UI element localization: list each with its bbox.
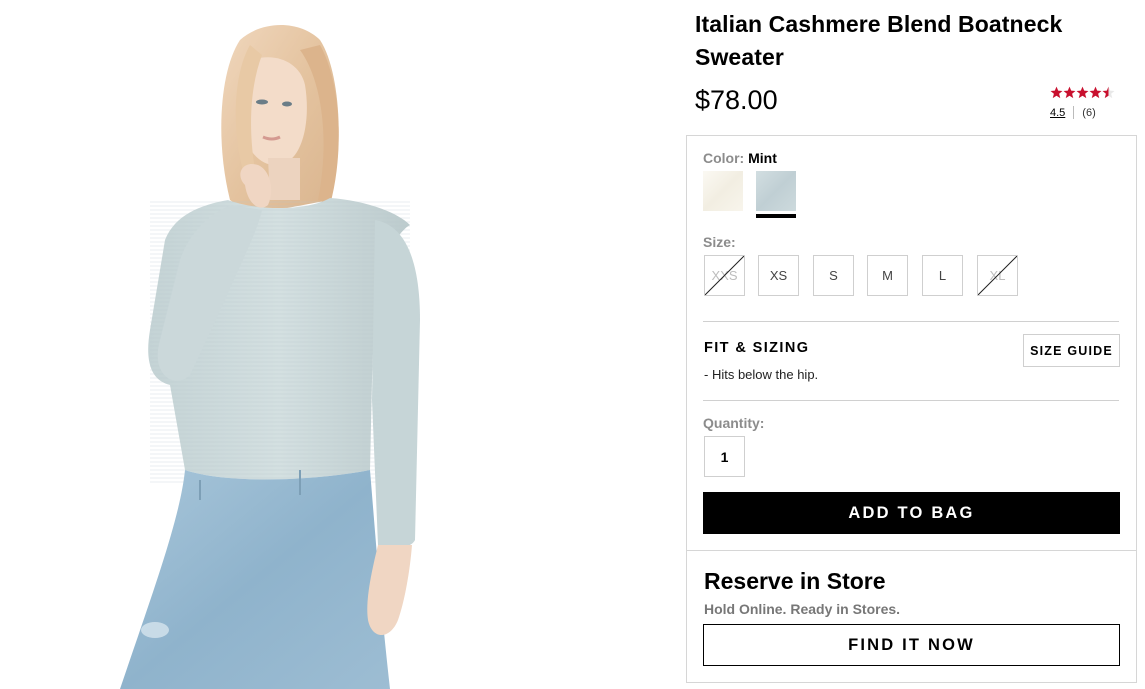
product-title: Italian Cashmere Blend Boatneck Sweater xyxy=(695,11,1063,70)
quantity-input[interactable]: 1 xyxy=(704,436,745,477)
find-it-now-button[interactable]: FIND IT NOW xyxy=(703,624,1120,666)
unavailable-slash-icon xyxy=(705,256,744,295)
product-image[interactable] xyxy=(0,0,660,689)
rating-summary[interactable]: 4.5 (6) xyxy=(1050,86,1130,119)
star-icon xyxy=(1089,86,1102,99)
product-price: $78.00 xyxy=(695,85,778,115)
swatch-selected-indicator xyxy=(756,214,796,218)
fit-sizing-title: FIT & SIZING xyxy=(704,340,810,356)
color-label-text: Color: xyxy=(703,150,745,166)
add-to-bag-button[interactable]: ADD TO BAG xyxy=(703,492,1120,534)
star-icon xyxy=(1050,86,1063,99)
rating-value[interactable]: 4.5 xyxy=(1050,107,1065,119)
size-l-label: L xyxy=(938,268,947,283)
star-rating xyxy=(1050,86,1130,100)
fit-note: - Hits below the hip. xyxy=(704,367,819,382)
size-m-label: M xyxy=(882,268,893,283)
size-s-label: S xyxy=(829,268,838,283)
swatch-mint[interactable] xyxy=(756,171,796,211)
review-count[interactable]: (6) xyxy=(1082,107,1095,119)
section-divider xyxy=(703,321,1119,322)
star-icon xyxy=(1063,86,1076,99)
size-l-button[interactable]: L xyxy=(922,255,963,296)
rating-divider xyxy=(1073,106,1075,119)
size-guide-button[interactable]: SIZE GUIDE xyxy=(1023,334,1120,367)
reserve-subtitle: Hold Online. Ready in Stores. xyxy=(704,601,901,617)
reserve-title: Reserve in Store xyxy=(704,568,886,594)
star-half-icon xyxy=(1102,86,1115,99)
size-m-button[interactable]: M xyxy=(867,255,908,296)
unavailable-slash-icon xyxy=(978,256,1017,295)
color-label: Color: Mint xyxy=(703,150,777,166)
star-icon xyxy=(1076,86,1089,99)
size-label: Size: xyxy=(703,234,736,250)
size-s-button[interactable]: S xyxy=(813,255,854,296)
size-xxs-button[interactable]: XXS xyxy=(704,255,745,296)
size-xs-button[interactable]: XS xyxy=(758,255,799,296)
swatch-cream[interactable] xyxy=(703,171,743,211)
quantity-label: Quantity: xyxy=(703,415,765,431)
size-xl-button[interactable]: XL xyxy=(977,255,1018,296)
section-divider xyxy=(703,400,1119,401)
size-xs-label: XS xyxy=(769,268,788,283)
selected-color-name: Mint xyxy=(748,150,777,166)
model-photo xyxy=(120,25,420,689)
